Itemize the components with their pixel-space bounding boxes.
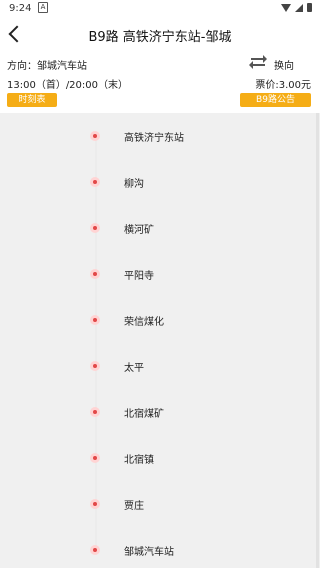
- stop-name: 柳沟: [124, 179, 144, 190]
- notification-icon: A: [38, 2, 48, 13]
- stop-item[interactable]: 柳沟: [0, 172, 320, 192]
- stop-dot-icon: [90, 131, 100, 141]
- stop-name: 高铁济宁东站: [124, 133, 184, 144]
- stop-name: 北宿镇: [124, 455, 154, 466]
- stop-name: 太平: [124, 363, 144, 374]
- swap-direction-button[interactable]: 换向: [274, 57, 294, 72]
- stop-item[interactable]: 横河矿: [0, 218, 320, 238]
- stop-list: 高铁济宁东站 柳沟 横河矿 平阳寺 荣信煤化 太平 北宿煤矿 北宿镇 贾庄 邹城…: [0, 113, 320, 568]
- stop-dot-icon: [90, 499, 100, 509]
- swap-direction-icon[interactable]: [249, 55, 267, 69]
- direction-text: 方向：邹城汽车站: [7, 61, 87, 72]
- service-hours: 13:00（首）/20:00（末）: [7, 80, 129, 91]
- stop-dot-icon: [90, 315, 100, 325]
- wifi-icon: [281, 3, 291, 12]
- stop-item[interactable]: 北宿镇: [0, 448, 320, 468]
- page-title: B9路 高铁济宁东站-邹城: [88, 30, 232, 45]
- stop-name: 邹城汽车站: [124, 547, 174, 558]
- route-notice-button[interactable]: B9路公告: [240, 93, 311, 107]
- route-header: B9路 高铁济宁东站-邹城 方向：邹城汽车站 换向 13:00（首）/20:00…: [0, 18, 320, 113]
- stop-name: 北宿煤矿: [124, 409, 164, 420]
- stop-dot-icon: [90, 269, 100, 279]
- stop-item[interactable]: 太平: [0, 356, 320, 376]
- stop-dot-icon: [90, 177, 100, 187]
- stop-item[interactable]: 北宿煤矿: [0, 402, 320, 422]
- status-bar: 9:24 A: [0, 0, 320, 18]
- stop-dot-icon: [90, 223, 100, 233]
- stop-dot-icon: [90, 407, 100, 417]
- route-line: [95, 135, 97, 555]
- stop-item[interactable]: 高铁济宁东站: [0, 126, 320, 146]
- stop-item[interactable]: 贾庄: [0, 494, 320, 514]
- fare-text: 票价:3.00元: [255, 80, 311, 91]
- stop-item[interactable]: 荣信煤化: [0, 310, 320, 330]
- stop-dot-icon: [90, 453, 100, 463]
- stop-name: 平阳寺: [124, 271, 154, 282]
- scrollbar[interactable]: [316, 113, 319, 568]
- stop-item[interactable]: 平阳寺: [0, 264, 320, 284]
- battery-icon: [307, 3, 312, 12]
- stop-name: 贾庄: [124, 501, 144, 512]
- stop-item[interactable]: 邹城汽车站: [0, 540, 320, 560]
- signal-icon: [295, 3, 303, 12]
- stop-name: 横河矿: [124, 225, 154, 236]
- stop-dot-icon: [90, 361, 100, 371]
- timetable-button[interactable]: 时刻表: [7, 93, 57, 107]
- stop-name: 荣信煤化: [124, 317, 164, 328]
- status-icons: [281, 3, 312, 12]
- stop-dot-icon: [90, 545, 100, 555]
- status-time: 9:24: [9, 3, 32, 14]
